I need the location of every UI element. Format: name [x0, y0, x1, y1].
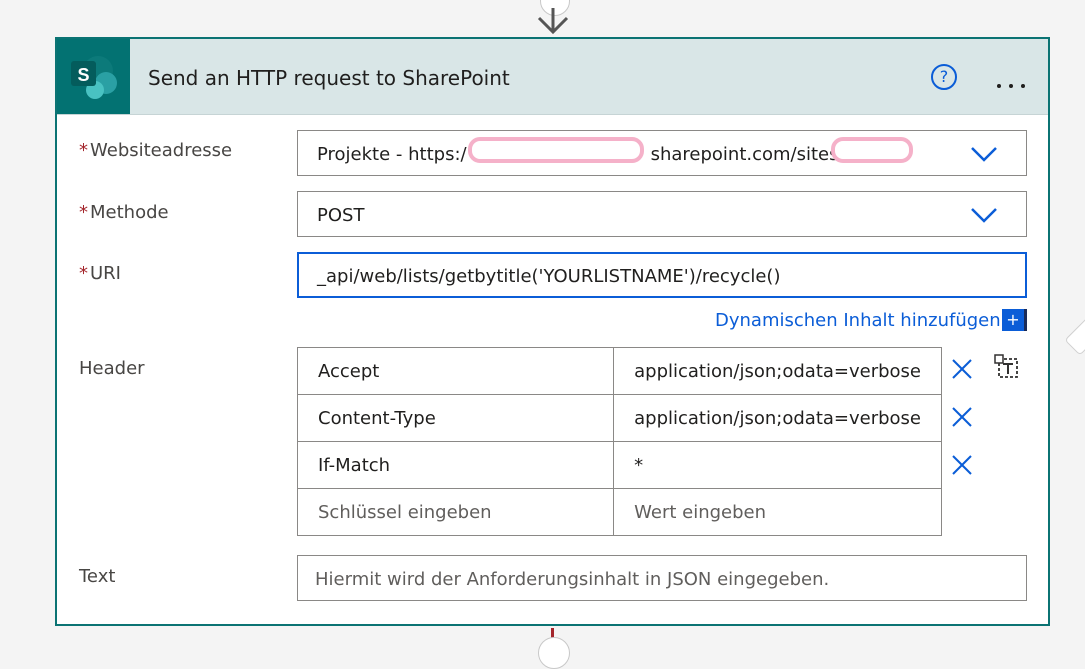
side-panel-nub	[1064, 310, 1085, 356]
site-address-dropdown[interactable]: Projekte - https:/ sharepoint.com/sites	[297, 130, 1027, 176]
header-value-cell[interactable]: application/json;odata=verbose	[613, 394, 942, 442]
required-marker: *	[79, 202, 88, 223]
text-template-icon[interactable]	[993, 353, 1021, 381]
site-address-label: * Websiteadresse	[79, 140, 233, 161]
header-key-cell[interactable]: If-Match	[296, 441, 615, 489]
bottom-connector-circle[interactable]	[538, 637, 570, 669]
add-dynamic-content-button[interactable]: +	[1002, 309, 1027, 331]
more-options-icon[interactable]	[997, 73, 1033, 88]
body-input[interactable]: Hiermit wird der Anforderungsinhalt in J…	[297, 555, 1027, 601]
uri-label: * URI	[79, 263, 121, 284]
header-value-input[interactable]: Wert eingeben	[613, 488, 942, 536]
method-value: POST	[317, 205, 365, 226]
table-row: If-Match *	[296, 441, 942, 489]
table-row: Accept application/json;odata=verbose	[296, 347, 942, 395]
sharepoint-icon: S	[57, 39, 130, 114]
chevron-down-icon[interactable]	[970, 145, 998, 163]
header-table: Accept application/json;odata=verbose Co…	[296, 347, 942, 536]
card-header[interactable]: S Send an HTTP request to SharePoint ?	[57, 39, 1048, 115]
redaction-mark	[468, 137, 644, 163]
table-row: Content-Type application/json;odata=verb…	[296, 394, 942, 442]
add-dynamic-content-link[interactable]: Dynamischen Inhalt hinzufügen	[715, 310, 1001, 331]
help-icon[interactable]: ?	[931, 64, 957, 90]
uri-input[interactable]: _api/web/lists/getbytitle('YOURLISTNAME'…	[297, 252, 1027, 298]
chevron-down-icon[interactable]	[970, 206, 998, 224]
table-row: Schlüssel eingeben Wert eingeben	[296, 488, 942, 536]
flow-arrow-icon	[537, 8, 569, 35]
site-address-prefix: Projekte - https:/	[317, 144, 467, 165]
site-address-middle: sharepoint.com/sites	[650, 144, 839, 165]
required-marker: *	[79, 140, 88, 161]
header-key-input[interactable]: Schlüssel eingeben	[296, 488, 615, 536]
header-value-cell[interactable]: *	[613, 441, 942, 489]
header-key-cell[interactable]: Accept	[296, 347, 615, 395]
header-value-cell[interactable]: application/json;odata=verbose	[613, 347, 942, 395]
method-label: * Methode	[79, 202, 169, 223]
redaction-mark	[831, 137, 913, 163]
close-icon[interactable]	[950, 405, 974, 429]
header-key-cell[interactable]: Content-Type	[296, 394, 615, 442]
body-placeholder: Hiermit wird der Anforderungsinhalt in J…	[315, 569, 830, 590]
card-title: Send an HTTP request to SharePoint	[148, 66, 510, 90]
action-card: S Send an HTTP request to SharePoint ? *…	[55, 37, 1050, 626]
uri-value: _api/web/lists/getbytitle('YOURLISTNAME'…	[317, 266, 781, 287]
method-dropdown[interactable]: POST	[297, 191, 1027, 237]
sharepoint-letter: S	[77, 65, 89, 85]
close-icon[interactable]	[950, 453, 974, 477]
required-marker: *	[79, 263, 88, 284]
header-label: Header	[79, 358, 145, 379]
body-label: Text	[79, 566, 116, 587]
close-icon[interactable]	[950, 357, 974, 381]
